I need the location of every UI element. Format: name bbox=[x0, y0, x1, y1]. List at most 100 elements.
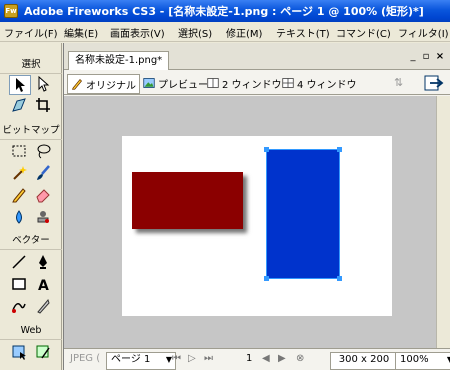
section-web-header: Web bbox=[0, 323, 62, 340]
document-canvas[interactable] bbox=[122, 136, 392, 316]
zoom-value: 100% bbox=[400, 354, 429, 365]
canvas-dimensions: 300 x 200 bbox=[330, 352, 398, 370]
preview-view-label: プレビュー bbox=[158, 79, 208, 91]
export-icon[interactable] bbox=[424, 74, 444, 92]
rubber-stamp-icon bbox=[37, 211, 49, 223]
menu-modify[interactable]: 修正(M) bbox=[226, 25, 262, 40]
original-view-button[interactable]: オリジナル bbox=[67, 74, 140, 94]
menu-view[interactable]: 画面表示(V) bbox=[110, 25, 165, 40]
document-window: 名称未設定-1.png* _ ▫ × オリジナル プレビュー 2 ウィンドウ 4… bbox=[63, 43, 450, 370]
pen-tool[interactable] bbox=[33, 253, 53, 271]
file-format-label: JPEG ( bbox=[70, 353, 101, 364]
pencil-icon bbox=[12, 188, 26, 203]
play-icon[interactable]: ▷ bbox=[188, 353, 196, 364]
brush-icon bbox=[37, 165, 50, 180]
menu-text[interactable]: テキスト(T) bbox=[276, 25, 330, 40]
lasso-tool[interactable] bbox=[33, 142, 53, 160]
stop-icon[interactable]: ⊗ bbox=[296, 353, 304, 364]
selection-handle-br[interactable] bbox=[337, 276, 342, 281]
window-title: Adobe Fireworks CS3 - [名称未設定-1.png : ページ… bbox=[24, 5, 424, 18]
rubber-stamp-tool[interactable] bbox=[33, 208, 53, 226]
selection-handle-tr[interactable] bbox=[337, 147, 342, 152]
export-arrow-icon bbox=[424, 75, 444, 91]
vertical-scrollbar[interactable] bbox=[436, 96, 450, 348]
two-up-view-label: 2 ウィンドウ bbox=[222, 79, 282, 91]
preview-view-button[interactable]: プレビュー bbox=[140, 74, 211, 92]
text-tool[interactable]: A bbox=[33, 275, 53, 293]
section-bitmap-header: ビットマップ bbox=[0, 123, 62, 140]
selection-handle-tl[interactable] bbox=[264, 147, 269, 152]
pen-icon bbox=[39, 255, 47, 269]
eraser-icon bbox=[36, 189, 50, 203]
original-view-label: オリジナル bbox=[86, 80, 136, 92]
menu-select[interactable]: 選択(S) bbox=[178, 25, 212, 40]
pointer-icon bbox=[16, 78, 25, 92]
view-toolbar: オリジナル プレビュー 2 ウィンドウ 4 ウィンドウ ⇅ bbox=[64, 71, 450, 95]
magic-wand-icon bbox=[13, 166, 27, 180]
title-bar: Fw Adobe Fireworks CS3 - [名称未設定-1.png : … bbox=[0, 0, 450, 22]
menu-filters[interactable]: フィルタ(I) bbox=[398, 25, 449, 40]
marquee-icon bbox=[12, 145, 26, 157]
hotspot-tool[interactable] bbox=[9, 343, 29, 361]
red-rectangle[interactable] bbox=[132, 172, 243, 229]
close-icon[interactable]: × bbox=[434, 51, 446, 63]
four-up-view-label: 4 ウィンドウ bbox=[297, 79, 357, 91]
tools-panel: 選択 ビットマップ ベクター A Web bbox=[0, 43, 62, 370]
fireworks-app-icon[interactable]: Fw bbox=[4, 4, 18, 18]
knife-icon bbox=[37, 298, 50, 314]
subselection-tool[interactable] bbox=[33, 75, 53, 93]
subselection-icon bbox=[38, 76, 50, 92]
menu-file[interactable]: ファイル(F) bbox=[4, 25, 58, 40]
prev-frame-icon[interactable]: ◀ bbox=[262, 353, 270, 364]
line-icon bbox=[12, 255, 26, 269]
two-up-view-button[interactable]: 2 ウィンドウ bbox=[204, 74, 285, 92]
freeform-icon bbox=[12, 303, 26, 313]
image-icon bbox=[143, 78, 155, 88]
text-icon: A bbox=[38, 278, 49, 292]
menu-edit[interactable]: 編集(E) bbox=[64, 25, 98, 40]
blur-icon bbox=[16, 210, 22, 224]
line-tool[interactable] bbox=[9, 253, 29, 271]
four-up-view-button[interactable]: 4 ウィンドウ bbox=[279, 74, 360, 92]
two-up-icon bbox=[207, 78, 219, 88]
page-select[interactable]: ページ 1 ▼ bbox=[106, 352, 176, 370]
frame-number: 1 bbox=[246, 353, 253, 364]
hotspot-icon bbox=[12, 345, 26, 360]
pencil-icon bbox=[71, 78, 83, 90]
scale-tool[interactable] bbox=[9, 96, 29, 114]
blur-tool[interactable] bbox=[9, 208, 29, 226]
selection-handle-bl[interactable] bbox=[264, 276, 269, 281]
rectangle-tool[interactable] bbox=[9, 275, 29, 293]
eraser-tool[interactable] bbox=[33, 186, 53, 204]
document-tab-strip: 名称未設定-1.png* _ ▫ × bbox=[64, 43, 450, 70]
restore-icon[interactable]: ▫ bbox=[420, 51, 432, 63]
page-select-value: ページ 1 bbox=[111, 354, 151, 365]
crop-icon bbox=[36, 98, 50, 112]
first-frame-icon[interactable]: ⏮ bbox=[172, 353, 181, 364]
magic-wand-tool[interactable] bbox=[9, 164, 29, 182]
knife-tool[interactable] bbox=[33, 297, 53, 315]
slice-tool[interactable] bbox=[33, 343, 53, 361]
four-up-icon bbox=[282, 78, 294, 88]
scale-icon bbox=[12, 98, 26, 112]
zoom-select[interactable]: 100% ▼ bbox=[395, 352, 450, 370]
last-frame-icon[interactable]: ⏭ bbox=[204, 353, 213, 364]
menu-bar: ファイル(F) 編集(E) 画面表示(V) 選択(S) 修正(M) テキスト(T… bbox=[0, 22, 450, 42]
selection-outline bbox=[266, 149, 340, 279]
menu-commands[interactable]: コマンド(C) bbox=[336, 25, 391, 40]
marquee-tool[interactable] bbox=[9, 142, 29, 160]
next-frame-icon[interactable]: ▶ bbox=[278, 353, 286, 364]
svg-text:A: A bbox=[38, 278, 49, 292]
freeform-tool[interactable] bbox=[9, 297, 29, 315]
minimize-icon[interactable]: _ bbox=[407, 51, 419, 63]
section-vector-header: ベクター bbox=[0, 233, 62, 250]
pencil-tool[interactable] bbox=[9, 186, 29, 204]
document-tab[interactable]: 名称未設定-1.png* bbox=[68, 51, 170, 70]
canvas-area[interactable] bbox=[64, 96, 450, 348]
crop-tool[interactable] bbox=[33, 96, 53, 114]
section-select-header: 選択 bbox=[0, 57, 62, 74]
pointer-tool[interactable] bbox=[9, 75, 31, 95]
quick-export-icon[interactable]: ⇅ bbox=[394, 76, 403, 89]
brush-tool[interactable] bbox=[33, 164, 53, 182]
lasso-icon bbox=[37, 144, 51, 159]
